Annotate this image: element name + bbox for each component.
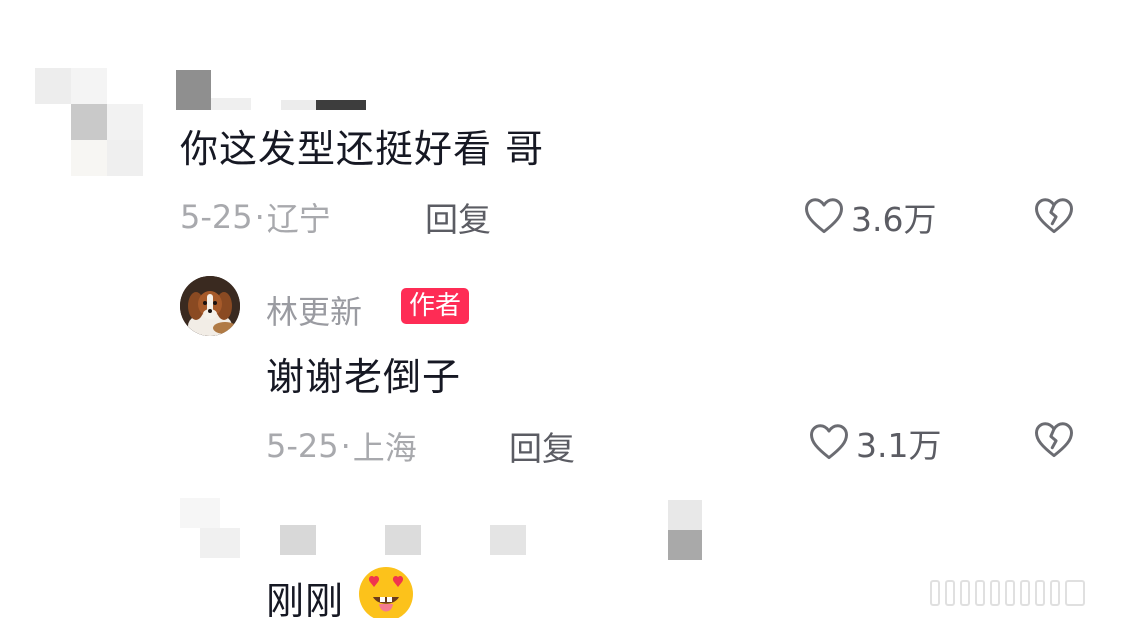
like-count: 3.1万 (856, 426, 942, 465)
reply-meta: 5-25 · 上海 (266, 423, 417, 469)
comment-location: 辽宁 (266, 200, 331, 238)
like-count: 3.6万 (851, 200, 937, 239)
comment-date: 5-25 (180, 198, 253, 236)
like-button[interactable]: 3.1万 (808, 419, 941, 467)
meta-separator: · (340, 427, 351, 465)
broken-heart-icon (1033, 422, 1075, 463)
blurred-username-1 (176, 70, 376, 112)
comment-text: 你这发型还挺好看 哥 (180, 127, 545, 171)
dislike-button[interactable] (1033, 195, 1075, 239)
username[interactable]: 林更新 (266, 287, 362, 333)
blurred-avatar-1 (35, 68, 145, 176)
avatar[interactable] (180, 276, 240, 336)
watermark-logo (930, 580, 1085, 606)
comment-meta: 5-25 · 辽宁 (180, 194, 331, 240)
reply-date: 5-25 (266, 427, 339, 465)
like-button[interactable]: 3.6万 (803, 193, 936, 241)
blurred-avatar-2 (180, 498, 260, 560)
heart-outline-icon (808, 421, 850, 465)
heart-outline-icon (803, 195, 845, 239)
meta-separator: · (254, 198, 265, 236)
author-badge: 作者 (401, 288, 470, 324)
broken-heart-icon (1033, 198, 1075, 239)
heart-eyes-tongue-emoji (356, 564, 416, 622)
reply-button[interactable]: 回复 (425, 193, 491, 241)
dislike-button[interactable] (1033, 419, 1075, 463)
blurred-username-2 (280, 495, 710, 565)
reply-button[interactable]: 回复 (509, 422, 575, 470)
reply-text: 谢谢老倒子 (266, 355, 462, 399)
reply-location: 上海 (352, 429, 417, 467)
